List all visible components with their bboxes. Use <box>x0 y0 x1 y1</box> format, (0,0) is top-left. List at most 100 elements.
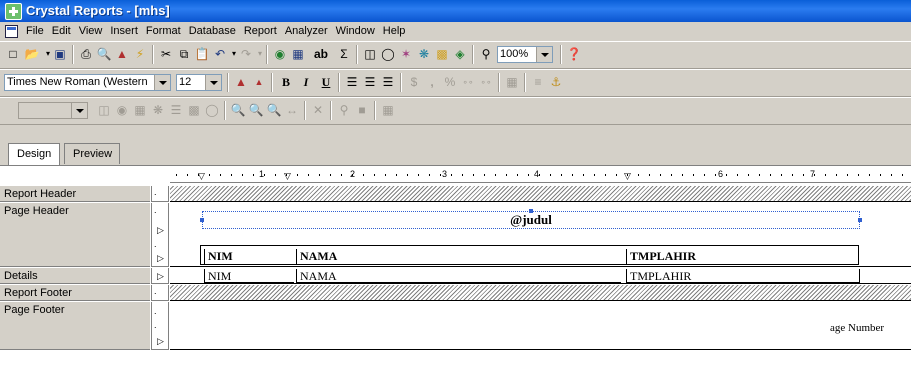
expert-select[interactable] <box>18 102 88 119</box>
section-gutter-page-footer[interactable]: . . ▷ <box>151 302 169 350</box>
zoom-page-icon[interactable]: 🔍 <box>266 102 282 118</box>
export-icon[interactable]: ▲ <box>114 46 130 62</box>
align-right-icon[interactable]: ☰ <box>380 74 396 90</box>
record-sort-icon[interactable]: ▦ <box>132 102 148 118</box>
percent-button[interactable]: % <box>442 74 458 90</box>
stop-icon[interactable]: ■ <box>354 102 370 118</box>
font-size-select[interactable]: 12 <box>176 74 222 91</box>
italic-button[interactable]: I <box>298 74 314 90</box>
increase-font-icon[interactable]: ▲ <box>233 74 249 90</box>
band-report-footer-suppressed[interactable] <box>170 285 911 301</box>
increase-decimals-icon[interactable]: ∘∘ <box>460 74 476 90</box>
tab-design[interactable]: Design <box>8 143 60 166</box>
currency-button[interactable]: $ <box>406 74 422 90</box>
align-left-icon[interactable]: ☰ <box>344 74 360 90</box>
tab-preview[interactable]: Preview <box>64 143 120 164</box>
menu-format[interactable]: Format <box>142 25 185 37</box>
section-label-page-header[interactable]: Page Header <box>0 203 150 267</box>
menu-insert[interactable]: Insert <box>106 25 142 37</box>
band-details[interactable]: NIM NAMA TMPLAHIR <box>170 268 911 284</box>
detail-field-nim[interactable]: NIM <box>204 269 294 283</box>
menu-analyzer[interactable]: Analyzer <box>281 25 332 37</box>
underline-button[interactable]: U <box>318 74 334 90</box>
menu-help[interactable]: Help <box>379 25 410 37</box>
section-label-details[interactable]: Details <box>0 268 150 284</box>
print-icon[interactable]: ⎙ <box>78 46 94 62</box>
open-folder-icon[interactable]: 📂 <box>24 46 40 62</box>
section-label-report-header[interactable]: Report Header <box>0 186 150 202</box>
band-page-footer[interactable]: age Number <box>170 302 911 350</box>
paste-icon[interactable]: 📋 <box>194 46 210 62</box>
print-preview-icon[interactable]: 🔍 <box>96 46 112 62</box>
document-icon[interactable] <box>5 25 18 38</box>
insert-group-icon[interactable]: ▦ <box>290 46 306 62</box>
section-gutter-page-header[interactable]: . ▷ . ▷ <box>151 203 169 267</box>
column-header-nama[interactable]: NAMA <box>296 249 621 265</box>
refresh-icon[interactable]: ⚡ <box>132 46 148 62</box>
crystal-reports-app-icon[interactable] <box>5 3 22 20</box>
table-icon[interactable]: ▦ <box>380 102 396 118</box>
insert-summary-icon[interactable]: Σ <box>336 46 352 62</box>
zoom-in-icon[interactable]: 🔍 <box>230 102 246 118</box>
menu-report[interactable]: Report <box>240 25 281 37</box>
chevron-down-icon[interactable] <box>536 47 552 62</box>
ruler-guide-marker[interactable]: ▽ <box>198 171 205 182</box>
copy-icon[interactable]: ⧉ <box>176 46 192 62</box>
column-header-nim[interactable]: NIM <box>204 249 294 265</box>
detail-field-nama[interactable]: NAMA <box>296 269 621 283</box>
chevron-down-icon[interactable] <box>205 75 221 90</box>
new-report-icon[interactable]: □ <box>5 46 21 62</box>
font-name-select[interactable]: Times New Roman (Western <box>4 74 171 91</box>
select-expert-icon[interactable]: ✶ <box>398 46 414 62</box>
section-label-page-footer[interactable]: Page Footer <box>0 302 150 350</box>
chevron-down-icon[interactable] <box>154 75 170 90</box>
insert-text-object-icon[interactable]: ab <box>310 46 332 62</box>
menu-database[interactable]: Database <box>185 25 240 37</box>
insert-chart-icon[interactable]: ◫ <box>362 46 378 62</box>
section-expert-icon[interactable]: ☰ <box>168 102 184 118</box>
lock-format-icon[interactable]: ⚓ <box>548 74 564 90</box>
guideline-marker-icon[interactable]: ▷ <box>157 336 164 347</box>
suppress-icon[interactable]: ≡ <box>530 74 546 90</box>
template-expert-icon[interactable]: ❋ <box>150 102 166 118</box>
section-gutter-report-footer[interactable]: . <box>151 285 169 301</box>
guideline-marker-icon[interactable]: ▷ <box>157 253 164 264</box>
decrease-decimals-icon[interactable]: ∘∘ <box>478 74 494 90</box>
insert-field-icon[interactable]: ◉ <box>272 46 288 62</box>
formula-workshop-icon[interactable]: ❋ <box>416 46 432 62</box>
sort-expert-icon[interactable]: ◉ <box>114 102 130 118</box>
report-alert-icon[interactable]: ◯ <box>204 102 220 118</box>
find-binoculars-icon[interactable]: ⚲ <box>478 46 494 62</box>
highlighting-expert-icon[interactable]: ▩ <box>186 102 202 118</box>
section-label-report-footer[interactable]: Report Footer <box>0 285 150 301</box>
cut-icon[interactable]: ✂ <box>158 46 174 62</box>
field-explorer-icon[interactable]: ◈ <box>452 46 468 62</box>
database-expert-icon[interactable]: ▩ <box>434 46 450 62</box>
detail-field-tmplahir[interactable]: TMPLAHIR <box>626 269 860 283</box>
insert-picture-icon[interactable]: ◯ <box>380 46 396 62</box>
judul-formula-field[interactable]: @judul <box>202 211 860 229</box>
bold-button[interactable]: B <box>278 74 294 90</box>
menu-window[interactable]: Window <box>332 25 379 37</box>
ruler-guide-marker[interactable]: ▽ <box>284 171 291 182</box>
close-current-view-icon[interactable]: ✕ <box>310 102 326 118</box>
save-icon[interactable]: ▣ <box>52 46 68 62</box>
section-gutter-report-header[interactable]: . <box>151 186 169 202</box>
zoom-select[interactable]: 100% <box>497 46 553 63</box>
toggle-tree-icon[interactable]: ⚲ <box>336 102 352 118</box>
menu-view[interactable]: View <box>75 25 107 37</box>
menu-edit[interactable]: Edit <box>48 25 75 37</box>
zoom-out-icon[interactable]: 🔍 <box>248 102 264 118</box>
column-header-tmplahir[interactable]: TMPLAHIR <box>626 249 856 265</box>
border-icon[interactable]: ▦ <box>504 74 520 90</box>
align-center-icon[interactable]: ☰ <box>362 74 378 90</box>
guideline-marker-icon[interactable]: ▷ <box>157 225 164 236</box>
group-expert-icon[interactable]: ◫ <box>96 102 112 118</box>
fit-width-icon[interactable]: ↔ <box>284 102 300 118</box>
band-report-header-suppressed[interactable] <box>170 186 911 202</box>
decrease-font-icon[interactable]: ▲ <box>251 74 267 90</box>
section-gutter-details[interactable]: ▷ <box>151 268 169 284</box>
guideline-marker-icon[interactable]: ▷ <box>157 271 164 282</box>
page-number-field[interactable]: age Number <box>830 322 884 334</box>
help-pointer-icon[interactable]: ❓ <box>566 46 582 62</box>
